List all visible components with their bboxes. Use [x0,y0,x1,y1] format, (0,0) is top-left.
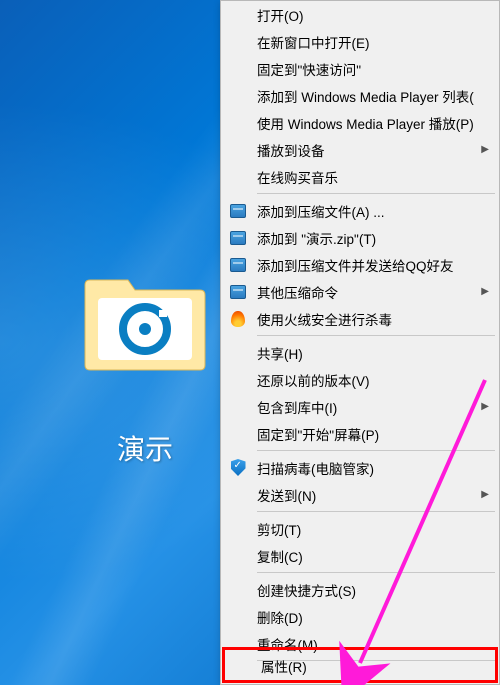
menu-add-archive-named[interactable]: 添加到 "演示.zip"(T) [221,224,499,251]
menu-scan-virus-label: 扫描病毒(电脑管家) [257,458,374,478]
menu-scan-virus[interactable]: 扫描病毒(电脑管家) [221,454,499,481]
menu-other-compress[interactable]: 其他压缩命令 ▶ [221,278,499,305]
menu-open-new-window-label: 在新窗口中打开(E) [257,32,370,52]
menu-share-label: 共享(H) [257,343,303,363]
menu-separator [257,572,495,573]
menu-restore-label: 还原以前的版本(V) [257,370,370,390]
menu-add-archive[interactable]: 添加到压缩文件(A) ... [221,197,499,224]
menu-pin-quick-access[interactable]: 固定到"快速访问" [221,55,499,82]
menu-pin-start-label: 固定到"开始"屏幕(P) [257,424,379,444]
menu-shortcut-label: 创建快捷方式(S) [257,580,356,600]
menu-separator [257,450,495,451]
submenu-arrow-icon: ▶ [481,286,489,297]
menu-open-label: 打开(O) [257,5,304,25]
menu-play-wmp-label: 使用 Windows Media Player 播放(P) [257,113,474,133]
menu-buy-music[interactable]: 在线购买音乐 [221,163,499,190]
menu-rename[interactable]: 重命名(M) [221,630,499,657]
menu-cut-label: 剪切(T) [257,519,301,539]
menu-cast-label: 播放到设备 [257,140,325,160]
archive-icon [229,283,247,301]
submenu-arrow-icon: ▶ [481,144,489,155]
menu-buy-music-label: 在线购买音乐 [257,167,338,187]
submenu-arrow-icon: ▶ [481,489,489,500]
menu-other-compress-label: 其他压缩命令 [257,282,338,302]
menu-huorong-label: 使用火绒安全进行杀毒 [257,309,392,329]
archive-icon [229,229,247,247]
menu-create-shortcut[interactable]: 创建快捷方式(S) [221,576,499,603]
archive-icon [229,202,247,220]
menu-separator [257,335,495,336]
menu-open[interactable]: 打开(O) [221,1,499,28]
menu-add-archive-label: 添加到压缩文件(A) ... [257,201,385,221]
menu-add-archive-qq[interactable]: 添加到压缩文件并发送给QQ好友 [221,251,499,278]
menu-delete-label: 删除(D) [257,607,303,627]
menu-add-archive-qq-label: 添加到压缩文件并发送给QQ好友 [257,255,454,275]
menu-pin-start[interactable]: 固定到"开始"屏幕(P) [221,420,499,447]
menu-separator [257,511,495,512]
menu-rename-label: 重命名(M) [257,634,318,654]
menu-copy-label: 复制(C) [257,546,303,566]
menu-send-to[interactable]: 发送到(N) ▶ [221,481,499,508]
menu-add-archive-named-label: 添加到 "演示.zip"(T) [257,228,376,248]
menu-delete[interactable]: 删除(D) [221,603,499,630]
menu-add-wmp-list-label: 添加到 Windows Media Player 列表( [257,86,474,106]
shield-icon [229,459,247,477]
desktop-folder[interactable]: 演示 [75,270,215,468]
menu-add-wmp-list[interactable]: 添加到 Windows Media Player 列表( [221,82,499,109]
menu-cast-device[interactable]: 播放到设备 ▶ [221,136,499,163]
menu-cut[interactable]: 剪切(T) [221,515,499,542]
context-menu: 打开(O) 在新窗口中打开(E) 固定到"快速访问" 添加到 Windows M… [220,0,500,685]
menu-properties-label: 属性(R) [261,656,307,676]
menu-copy[interactable]: 复制(C) [221,542,499,569]
folder-label: 演示 [75,428,215,468]
menu-send-to-label: 发送到(N) [257,485,316,505]
folder-icon [80,270,210,375]
menu-huorong-scan[interactable]: 使用火绒安全进行杀毒 [221,305,499,332]
submenu-arrow-icon: ▶ [481,401,489,412]
menu-include-library[interactable]: 包含到库中(I) ▶ [221,393,499,420]
menu-pin-qa-label: 固定到"快速访问" [257,59,361,79]
desktop-background: 演示 打开(O) 在新窗口中打开(E) 固定到"快速访问" 添加到 Window… [0,0,500,685]
menu-play-wmp[interactable]: 使用 Windows Media Player 播放(P) [221,109,499,136]
menu-separator [257,660,495,661]
flame-icon [229,310,247,328]
menu-share[interactable]: 共享(H) [221,339,499,366]
menu-separator [257,193,495,194]
archive-icon [229,256,247,274]
menu-restore-prev[interactable]: 还原以前的版本(V) [221,366,499,393]
menu-open-new-window[interactable]: 在新窗口中打开(E) [221,28,499,55]
menu-include-lib-label: 包含到库中(I) [257,397,337,417]
